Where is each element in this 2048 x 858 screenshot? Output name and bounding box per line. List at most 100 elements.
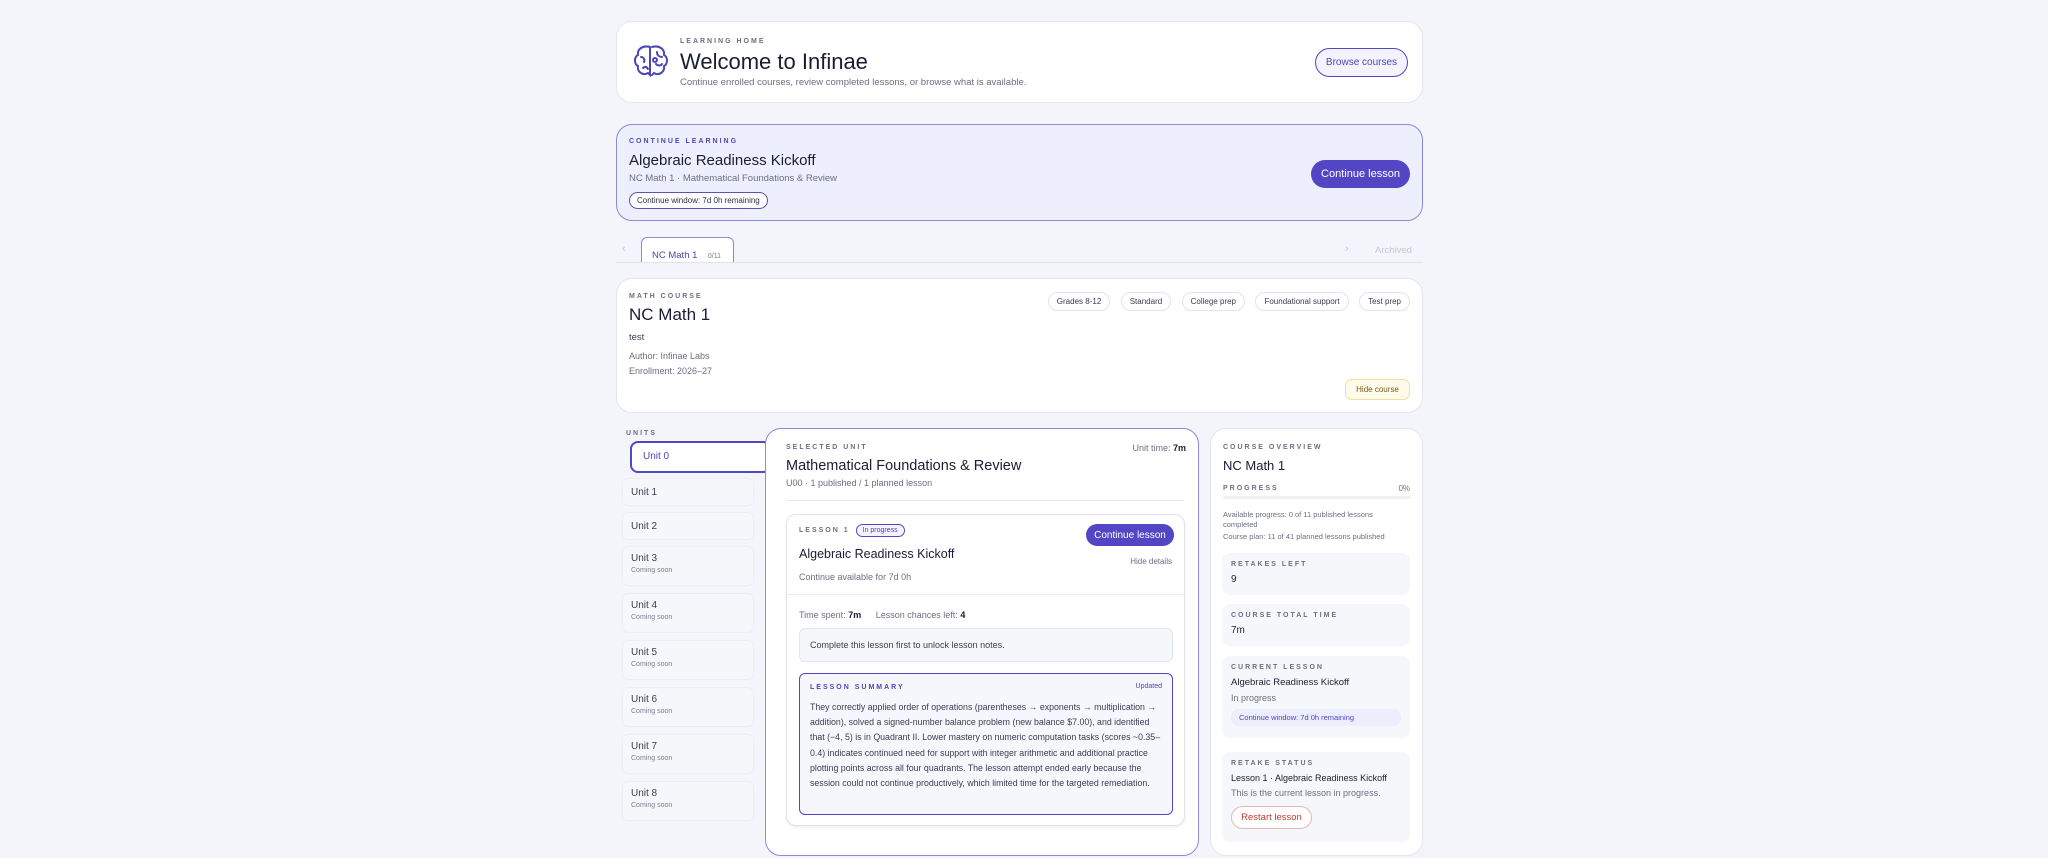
- progress-bar-track: [1223, 496, 1411, 499]
- lesson-eyebrow: LESSON 1: [799, 527, 850, 534]
- course-enrollment: Enrollment: 2026–27: [629, 366, 713, 376]
- progress-value: 0%: [1398, 484, 1410, 493]
- tag-foundational-support: Foundational support: [1255, 292, 1349, 311]
- retake-status-label: RETAKE STATUS: [1231, 760, 1315, 767]
- status-badge: In progress: [855, 524, 905, 537]
- progress-label: PROGRESS: [1223, 485, 1279, 492]
- lesson-availability: Continue available for 7d 0h: [799, 572, 912, 582]
- notes-locked-box: Complete this lesson first to unlock les…: [799, 628, 1173, 662]
- unit-status: Coming soon: [631, 755, 673, 762]
- hide-details-link[interactable]: Hide details: [1130, 557, 1172, 566]
- chances-label: Lesson chances left:: [875, 610, 958, 620]
- retakes-value: 9: [1231, 574, 1237, 585]
- unit-name: Unit 2: [631, 521, 658, 532]
- retakes-label: RETAKES LEFT: [1231, 561, 1308, 568]
- lesson-card: LESSON 1 In progress Algebraic Readiness…: [786, 514, 1185, 826]
- unit-6[interactable]: Unit 6 Coming soon: [622, 687, 754, 727]
- unit-name: Unit 0: [643, 451, 670, 462]
- current-lesson-label: CURRENT LESSON: [1231, 664, 1324, 671]
- unit-status: Coming soon: [631, 708, 673, 715]
- selected-unit-meta: U00 · 1 published / 1 planned lesson: [786, 478, 933, 488]
- unit-name: Unit 6: [631, 694, 658, 705]
- tab-count: 0/11: [707, 253, 721, 260]
- restart-lesson-button[interactable]: Restart lesson: [1231, 806, 1312, 829]
- course-tags: Grades 8-12 Standard College prep Founda…: [1042, 291, 1410, 311]
- current-lesson-card: CURRENT LESSON Algebraic Readiness Kicko…: [1222, 656, 1410, 738]
- unit-time-value: 7m: [1172, 443, 1186, 453]
- course-plan: Course plan: 11 of 41 planned lessons pu…: [1223, 532, 1385, 541]
- notes-locked-text: Complete this lesson first to unlock les…: [810, 640, 1005, 650]
- unit-1[interactable]: Unit 1: [622, 478, 754, 506]
- tabs-divider: [616, 262, 1423, 263]
- lesson-stats-row: Time spent: 7m Lesson chances left: 4: [799, 610, 965, 620]
- retake-title: Lesson 1 · Algebraic Readiness Kickoff: [1231, 773, 1387, 783]
- tag-grades: Grades 8-12: [1047, 292, 1111, 311]
- header-subtitle: Continue enrolled courses, review comple…: [680, 77, 1027, 88]
- unit-0[interactable]: Unit 0: [630, 441, 771, 473]
- unit-7[interactable]: Unit 7 Coming soon: [622, 734, 754, 774]
- total-time-value: 7m: [1231, 625, 1245, 636]
- time-spent-label: Time spent:: [799, 610, 846, 620]
- unit-name: Unit 7: [631, 741, 658, 752]
- chevron-right-icon[interactable]: ›: [1345, 243, 1349, 255]
- continue-eyebrow: CONTINUE LEARNING: [629, 138, 739, 145]
- unit-name: Unit 4: [631, 600, 658, 611]
- continue-lesson-button[interactable]: Continue lesson: [1311, 160, 1410, 188]
- selected-unit-title: Mathematical Foundations & Review: [786, 458, 1022, 474]
- lesson-summary-box: LESSON SUMMARY Updated They correctly ap…: [799, 673, 1173, 815]
- unit-4[interactable]: Unit 4 Coming soon: [622, 593, 754, 633]
- unit-name: Unit 1: [631, 487, 658, 498]
- course-eyebrow: MATH COURSE: [629, 293, 703, 300]
- lesson-header-row: LESSON 1 In progress: [799, 524, 905, 537]
- archived-tab[interactable]: Archived: [1375, 245, 1412, 256]
- lesson-divider: [787, 594, 1184, 595]
- time-spent-value: 7m: [848, 610, 862, 620]
- retakes-left-card: RETAKES LEFT 9: [1222, 553, 1410, 595]
- retake-status-card: RETAKE STATUS Lesson 1 · Algebraic Readi…: [1222, 752, 1410, 842]
- tag-test-prep: Test prep: [1359, 292, 1410, 311]
- header-card: LEARNING HOME Welcome to Infinae Continu…: [616, 21, 1423, 103]
- unit-status: Coming soon: [631, 802, 673, 809]
- unit-time: Unit time: 7m: [1132, 443, 1186, 453]
- tab-label: NC Math 1: [652, 250, 698, 261]
- course-description: test: [629, 332, 645, 343]
- continue-lesson-title: Algebraic Readiness Kickoff: [629, 152, 816, 169]
- tag-standard: Standard: [1120, 292, 1172, 311]
- continue-window-pill: Continue window: 7d 0h remaining: [629, 192, 768, 209]
- unit-status: Coming soon: [631, 661, 673, 668]
- header-eyebrow: LEARNING HOME: [680, 38, 766, 45]
- selected-unit-eyebrow: SELECTED UNIT: [786, 444, 868, 451]
- browse-courses-button[interactable]: Browse courses: [1315, 48, 1408, 77]
- hide-course-button[interactable]: Hide course: [1345, 379, 1410, 400]
- course-title: NC Math 1: [629, 305, 711, 324]
- continue-lesson-subtitle: NC Math 1 · Mathematical Foundations & R…: [629, 173, 838, 184]
- unit-time-label: Unit time:: [1132, 443, 1171, 453]
- unit-8[interactable]: Unit 8 Coming soon: [622, 781, 754, 821]
- page-title: Welcome to Infinae: [680, 49, 868, 74]
- continue-learning-card: CONTINUE LEARNING Algebraic Readiness Ki…: [616, 124, 1423, 221]
- current-window-pill: Continue window: 7d 0h remaining: [1231, 709, 1401, 726]
- summary-eyebrow: LESSON SUMMARY: [810, 684, 905, 691]
- chevron-left-icon[interactable]: ‹: [622, 243, 626, 255]
- lesson-continue-button[interactable]: Continue lesson: [1086, 524, 1174, 546]
- tag-college-prep: College prep: [1181, 292, 1246, 311]
- unit-name: Unit 8: [631, 788, 658, 799]
- unit-status: Coming soon: [631, 567, 673, 574]
- total-time-card: COURSE TOTAL TIME 7m: [1222, 604, 1410, 646]
- selected-unit-panel: SELECTED UNIT Unit time: 7m Mathematical…: [765, 428, 1199, 856]
- lesson-title: Algebraic Readiness Kickoff: [799, 547, 955, 561]
- tab-nc-math-1[interactable]: NC Math 1 0/11: [641, 237, 734, 263]
- course-card: MATH COURSE NC Math 1 test Author: Infin…: [616, 278, 1423, 413]
- course-author: Author: Infinae Labs: [629, 351, 710, 361]
- total-time-label: COURSE TOTAL TIME: [1231, 612, 1339, 619]
- brain-icon: [631, 42, 671, 80]
- unit-2[interactable]: Unit 2: [622, 512, 754, 540]
- unit-5[interactable]: Unit 5 Coming soon: [622, 640, 754, 680]
- retake-note: This is the current lesson in progress.: [1231, 788, 1381, 798]
- chances-value: 4: [960, 610, 966, 620]
- units-heading: UNITS: [626, 430, 657, 437]
- summary-text: They correctly applied order of operatio…: [810, 702, 1161, 789]
- available-progress: Available progress: 0 of 11 published le…: [1223, 510, 1373, 529]
- panel-divider: [786, 500, 1184, 501]
- unit-3[interactable]: Unit 3 Coming soon: [622, 546, 754, 586]
